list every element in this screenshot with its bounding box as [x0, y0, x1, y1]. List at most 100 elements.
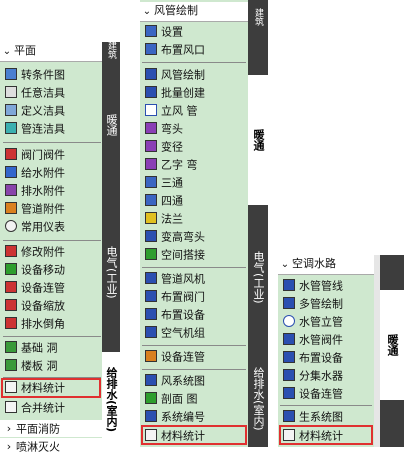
separator — [142, 345, 246, 346]
tab-hvac[interactable]: 暖通 — [248, 75, 268, 205]
convert-icon — [5, 68, 17, 80]
flange-icon — [145, 212, 157, 224]
separator — [142, 369, 246, 370]
manifold-icon — [283, 369, 295, 381]
scale-icon — [5, 299, 17, 311]
menu-item-tee[interactable]: 三通 — [140, 174, 183, 191]
riser-icon — [283, 315, 295, 327]
settings-icon — [145, 25, 157, 37]
connect-icon — [5, 281, 17, 293]
valve-icon — [145, 290, 157, 302]
menu-item-convert[interactable]: 转条件图 — [0, 66, 65, 83]
menu-item-place-valve[interactable]: 布置阀门 — [140, 288, 205, 305]
tab-hvac[interactable]: 暖通 — [380, 290, 404, 400]
menu-item-space-connect[interactable]: 空间搭接 — [140, 246, 205, 263]
menu-item-gauge[interactable]: 常用仪表 — [0, 218, 65, 235]
menu-item-edit-accessory[interactable]: 修改附件 — [0, 243, 65, 260]
menu-item-duct-draw[interactable]: 风管绘制 — [140, 66, 205, 83]
menu-item-air-system[interactable]: 风系统图 — [140, 372, 205, 389]
submenu-fire[interactable]: › 平面消防 — [0, 420, 102, 437]
separator — [3, 336, 101, 337]
highlight-box — [1, 378, 101, 398]
menu-item-water-supply[interactable]: 给水附件 — [0, 164, 65, 181]
menu-item-section[interactable]: 剖面 图 — [140, 390, 198, 407]
chamfer-icon — [5, 317, 17, 329]
menu-item-offset[interactable]: 乙字 弯 — [140, 156, 198, 173]
menu-item-pipe-valve[interactable]: 水管阀件 — [278, 331, 343, 348]
menu-item-place-equipment[interactable]: 布置设备 — [278, 349, 343, 366]
menu-item-merge-stats[interactable]: 合并统计 — [0, 399, 65, 416]
panel-plan-header[interactable]: ⌄ 平面 — [0, 42, 102, 62]
panel-duct-header[interactable]: ⌄ 风管绘制 — [140, 2, 248, 22]
menu-item-foundation[interactable]: 基础 洞 — [0, 339, 58, 356]
menu-item-valve[interactable]: 阀门阀件 — [0, 146, 65, 163]
tab-architecture[interactable]: 建筑 — [102, 41, 120, 59]
pipe-accessory-icon — [5, 202, 17, 214]
menu-item-batch[interactable]: 批量创建 — [140, 84, 205, 101]
panel-chilled-water-header[interactable]: ⌄ 空调水路 — [278, 255, 374, 275]
menu-item-define-fixture[interactable]: 定义洁具 — [0, 102, 65, 119]
separator — [142, 62, 246, 63]
menu-item-multi-pipe[interactable]: 多管绘制 — [278, 295, 343, 312]
highlight-box — [141, 425, 247, 445]
valve-icon — [283, 333, 295, 345]
menu-item-air-unit[interactable]: 空气机组 — [140, 324, 205, 341]
system-icon — [145, 374, 157, 386]
menu-item-fan[interactable]: 管道风机 — [140, 270, 205, 287]
menu-item-pipe-line[interactable]: 水管管线 — [278, 277, 343, 294]
connect-icon — [145, 350, 157, 362]
menu-item-elbow[interactable]: 弯头 — [140, 120, 183, 137]
rise-elbow-icon — [145, 230, 157, 242]
menu-item-system-diagram[interactable]: 生系统图 — [278, 408, 343, 425]
menu-item-system-number[interactable]: 系统编号 — [140, 408, 205, 425]
slab-icon — [5, 359, 17, 371]
tab-electrical[interactable]: 电气(工业) — [102, 192, 120, 352]
menu-item-riser[interactable]: 立风 管 — [140, 102, 198, 119]
menu-item-flange[interactable]: 法兰 — [140, 210, 183, 227]
menu-item-reducer[interactable]: 变径 — [140, 138, 183, 155]
menu-item-scale[interactable]: 设备缩放 — [0, 297, 65, 314]
menu-item-manifold[interactable]: 分集水器 — [278, 367, 343, 384]
chevron-down-icon: ⌄ — [2, 46, 12, 57]
fixture-icon — [5, 86, 17, 98]
menu-item-pipe-accessory[interactable]: 管道附件 — [0, 200, 65, 217]
menu-item-slab[interactable]: 楼板 洞 — [0, 357, 58, 374]
equipment-icon — [283, 351, 295, 363]
drain-icon — [5, 184, 17, 196]
riser-icon — [145, 104, 157, 116]
menu-item-equip-connect[interactable]: 设备连管 — [278, 385, 343, 402]
menu-item-vent[interactable]: 布置风口 — [140, 41, 205, 58]
separator — [142, 267, 246, 268]
valve-icon — [5, 148, 17, 160]
menu-item-any-fixture[interactable]: 任意洁具 — [0, 84, 65, 101]
menu-item-pipe-riser[interactable]: 水管立管 — [278, 313, 343, 330]
merge-icon — [5, 401, 17, 413]
tab-architecture[interactable]: 建筑 — [248, 2, 268, 32]
elbow-icon — [145, 122, 157, 134]
gauge-icon — [5, 220, 17, 232]
section-icon — [145, 392, 157, 404]
menu-item-pipe-fixture[interactable]: 管连洁具 — [0, 120, 65, 137]
menu-item-equip-connect[interactable]: 设备连管 — [140, 348, 205, 365]
menu-item-connect[interactable]: 设备连管 — [0, 279, 65, 296]
menu-item-drain[interactable]: 排水附件 — [0, 182, 65, 199]
menu-item-place-equipment[interactable]: 布置设备 — [140, 306, 205, 323]
menu-item-rise-elbow[interactable]: 变高弯头 — [140, 228, 205, 245]
chevron-right-icon: › — [6, 422, 12, 435]
tab-hvac[interactable]: 暖通 — [102, 60, 120, 190]
batch-icon — [145, 86, 157, 98]
menu-item-move[interactable]: 设备移动 — [0, 261, 65, 278]
tab-electrical[interactable]: 电气(工业) — [248, 205, 268, 350]
tab-water-supply-drainage[interactable]: 给排水(室内) — [102, 352, 120, 447]
pipe-fixture-icon — [5, 122, 17, 134]
separator — [3, 240, 101, 241]
menu-item-cross[interactable]: 四通 — [140, 192, 183, 209]
number-icon — [145, 410, 157, 422]
pipe-line-icon — [283, 279, 295, 291]
menu-item-chamfer[interactable]: 排水倒角 — [0, 315, 65, 332]
reducer-icon — [145, 140, 157, 152]
menu-item-settings[interactable]: 设置 — [140, 23, 183, 40]
multi-pipe-icon — [283, 297, 295, 309]
tab-water-supply-drainage[interactable]: 给排水(室内) — [248, 350, 268, 447]
chevron-down-icon: ⌄ — [142, 6, 152, 17]
